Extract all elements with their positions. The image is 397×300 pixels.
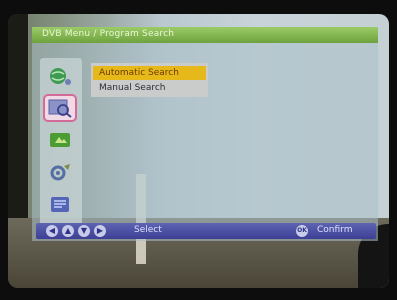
menu-item-manual-search[interactable]: Manual Search [93, 81, 206, 95]
sidebar-icon-column [40, 58, 82, 226]
down-arrow-key-icon: ▼ [78, 225, 90, 237]
info-icon[interactable] [45, 192, 75, 216]
right-arrow-key-icon: ▶ [94, 225, 106, 237]
osd-menu-panel: DVB Menu / Program Search Automatic Sear… [32, 27, 378, 241]
globe-icon[interactable] [45, 64, 75, 88]
menu-item-automatic-search[interactable]: Automatic Search [93, 66, 206, 80]
left-arrow-key-icon: ◀ [46, 225, 58, 237]
media-icon[interactable] [45, 128, 75, 152]
confirm-hint-label: Confirm [317, 225, 353, 235]
ok-key-icon: OK [296, 225, 308, 237]
program-search-icon[interactable] [43, 94, 77, 122]
select-hint-label: Select [134, 225, 162, 235]
search-type-menu: Automatic Search Manual Search [91, 63, 208, 97]
settings-icon[interactable] [45, 160, 75, 184]
up-arrow-key-icon: ▲ [62, 225, 74, 237]
menu-title: DVB Menu / Program Search [42, 29, 175, 39]
status-bar: ◀ ▲ ▼ ▶ Select OK Confirm [36, 223, 376, 239]
title-bar: DVB Menu / Program Search [32, 27, 378, 43]
